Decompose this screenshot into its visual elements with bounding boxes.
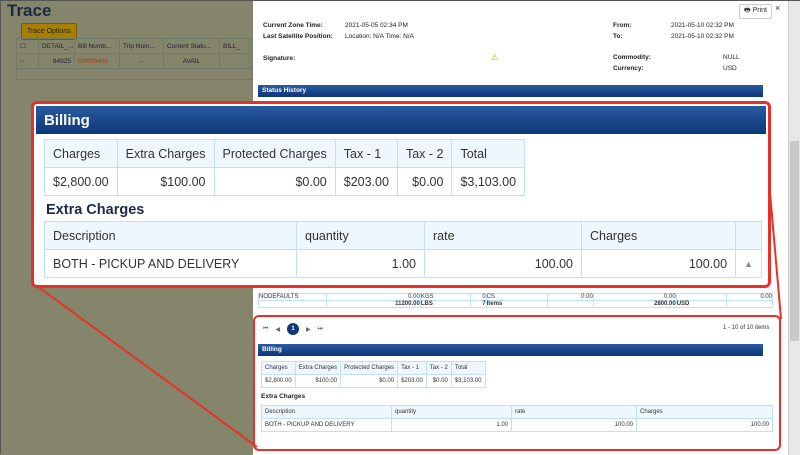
scroll-up-icon[interactable]: ▲: [735, 249, 762, 278]
table-cell: Tax - 2: [396, 139, 453, 168]
billing-zoom-callout: Billing Charges Extra Charges Protected Ch…: [31, 101, 771, 288]
table-cell: $100.00: [116, 167, 215, 196]
table-cell: Tax - 1: [334, 139, 398, 168]
table-row: $2,800.00 $100.00 $0.00 $203.00 $0.00 $3,103.…: [44, 167, 526, 196]
connector-line-left: [36, 285, 258, 448]
table-cell: Total: [451, 139, 526, 168]
table-cell: $3,103.00: [451, 167, 526, 196]
billing-header-zoomed: Billing: [36, 106, 766, 134]
table-cell: 100.00: [580, 249, 737, 278]
table-cell: Protected Charges: [213, 139, 336, 168]
table-cell: [735, 221, 762, 250]
table-row: Description quantity rate Charges: [44, 221, 762, 250]
table-cell: BOTH - PICKUP AND DELIVERY: [44, 249, 297, 278]
table-cell: rate: [424, 221, 582, 250]
table-cell: $0.00: [213, 167, 336, 196]
table-cell: 100.00: [424, 249, 582, 278]
table-cell: Charges: [44, 139, 118, 168]
table-cell: $2,800.00: [44, 167, 118, 196]
table-cell: quantity: [296, 221, 425, 250]
table-cell: Extra Charges: [116, 139, 215, 168]
table-cell: Charges: [580, 221, 737, 250]
table-cell: $203.00: [334, 167, 398, 196]
table-row: BOTH - PICKUP AND DELIVERY 1.00 100.00 100.…: [44, 249, 762, 278]
billing-summary-table-zoomed: Charges Extra Charges Protected Charges Tax…: [44, 139, 526, 196]
table-cell: $0.00: [396, 167, 453, 196]
table-cell: Description: [44, 221, 297, 250]
table-row: Charges Extra Charges Protected Charges Tax…: [44, 139, 526, 168]
extra-charges-table-zoomed: Description quantity rate Charges BOTH - PI…: [44, 221, 762, 278]
extra-charges-title-zoomed: Extra Charges: [46, 202, 145, 218]
table-cell: 1.00: [296, 249, 425, 278]
